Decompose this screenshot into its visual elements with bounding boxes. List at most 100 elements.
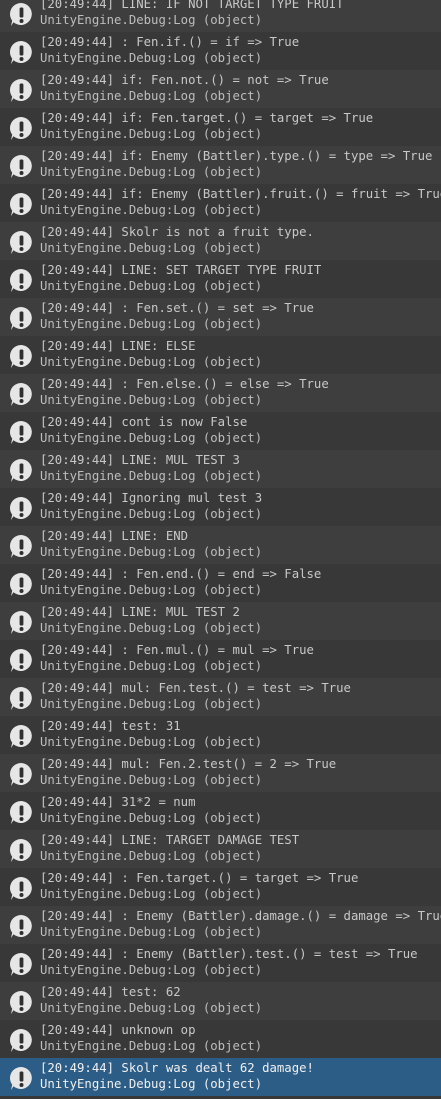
log-entry[interactable]: [20:49:44] mul: Fen.test.() = test => Tr… xyxy=(0,678,441,716)
log-message: [20:49:44] LINE: TARGET DAMAGE TEST xyxy=(40,833,300,847)
log-source: UnityEngine.Debug:Log (object) xyxy=(40,621,263,635)
log-source: UnityEngine.Debug:Log (object) xyxy=(40,355,263,369)
info-icon xyxy=(8,647,35,674)
log-source: UnityEngine.Debug:Log (object) xyxy=(40,431,263,445)
log-message: [20:49:44] : Enemy (Battler).test.() = t… xyxy=(40,947,418,961)
log-message: [20:49:44] if: Enemy (Battler).fruit.() … xyxy=(40,187,441,201)
info-icon xyxy=(8,39,35,66)
log-source: UnityEngine.Debug:Log (object) xyxy=(40,89,263,103)
log-message: [20:49:44] LINE: END xyxy=(40,529,189,543)
log-entry[interactable]: [20:49:44] unknown op UnityEngine.Debug:… xyxy=(0,1020,441,1058)
log-source: UnityEngine.Debug:Log (object) xyxy=(40,317,263,331)
log-message: [20:49:44] LINE: IF NOT TARGET TYPE FRUI… xyxy=(40,0,344,11)
log-entry[interactable]: [20:49:44] test: 31 UnityEngine.Debug:Lo… xyxy=(0,716,441,754)
log-entry[interactable]: [20:49:44] LINE: ELSE UnityEngine.Debug:… xyxy=(0,336,441,374)
info-icon xyxy=(8,913,35,940)
info-icon xyxy=(8,875,35,902)
log-source: UnityEngine.Debug:Log (object) xyxy=(40,849,263,863)
log-message: [20:49:44] : Fen.end.() = end => False xyxy=(40,567,322,581)
log-entry[interactable]: [20:49:44] : Fen.else.() = else => True … xyxy=(0,374,441,412)
info-icon xyxy=(8,153,35,180)
info-icon xyxy=(8,1027,35,1054)
log-source: UnityEngine.Debug:Log (object) xyxy=(40,811,263,825)
info-icon xyxy=(8,533,35,560)
log-entry[interactable]: [20:49:44] Ignoring mul test 3 UnityEngi… xyxy=(0,488,441,526)
log-entry[interactable]: [20:49:44] : Enemy (Battler).test.() = t… xyxy=(0,944,441,982)
log-source: UnityEngine.Debug:Log (object) xyxy=(40,1001,263,1015)
info-icon xyxy=(8,343,35,370)
info-icon xyxy=(8,1065,35,1092)
info-icon xyxy=(8,457,35,484)
log-entry[interactable]: [20:49:44] : Fen.end.() = end => False U… xyxy=(0,564,441,602)
log-message: [20:49:44] test: 62 xyxy=(40,985,181,999)
log-entry[interactable]: [20:49:44] : Fen.if.() = if => True Unit… xyxy=(0,32,441,70)
log-entry[interactable]: [20:49:44] if: Fen.target.() = target =>… xyxy=(0,108,441,146)
log-source: UnityEngine.Debug:Log (object) xyxy=(40,583,263,597)
info-icon xyxy=(8,495,35,522)
info-icon xyxy=(8,951,35,978)
log-message: [20:49:44] if: Fen.not.() = not => True xyxy=(40,73,329,87)
log-entry[interactable]: [20:49:44] mul: Fen.2.test() = 2 => True… xyxy=(0,754,441,792)
log-message: [20:49:44] : Fen.mul.() = mul => True xyxy=(40,643,314,657)
log-message: [20:49:44] LINE: SET TARGET TYPE FRUIT xyxy=(40,263,322,277)
log-entry[interactable]: [20:49:44] : Fen.set.() = set => True Un… xyxy=(0,298,441,336)
log-source: UnityEngine.Debug:Log (object) xyxy=(40,127,263,141)
log-source: UnityEngine.Debug:Log (object) xyxy=(40,469,263,483)
log-source: UnityEngine.Debug:Log (object) xyxy=(40,393,263,407)
log-source: UnityEngine.Debug:Log (object) xyxy=(40,241,263,255)
log-source: UnityEngine.Debug:Log (object) xyxy=(40,887,263,901)
log-message: [20:49:44] LINE: MUL TEST 3 xyxy=(40,453,240,467)
log-message: [20:49:44] : Fen.set.() = set => True xyxy=(40,301,314,315)
info-icon xyxy=(8,419,35,446)
log-entry[interactable]: [20:49:44] if: Enemy (Battler).fruit.() … xyxy=(0,184,441,222)
log-source: UnityEngine.Debug:Log (object) xyxy=(40,13,263,27)
info-icon xyxy=(8,115,35,142)
log-message: [20:49:44] unknown op xyxy=(40,1023,196,1037)
log-message: [20:49:44] Ignoring mul test 3 xyxy=(40,491,263,505)
log-entry[interactable]: [20:49:44] LINE: IF NOT TARGET TYPE FRUI… xyxy=(0,0,441,32)
log-entry-selected[interactable]: [20:49:44] Skolr was dealt 62 damage! Un… xyxy=(0,1058,441,1096)
log-entry[interactable]: [20:49:44] LINE: TARGET DAMAGE TEST Unit… xyxy=(0,830,441,868)
log-message: [20:49:44] cont is now False xyxy=(40,415,248,429)
console-log-list[interactable]: [20:49:44] LINE: IF NOT TARGET TYPE FRUI… xyxy=(0,0,441,1099)
log-source: UnityEngine.Debug:Log (object) xyxy=(40,51,263,65)
log-source: UnityEngine.Debug:Log (object) xyxy=(40,963,263,977)
log-entry[interactable]: [20:49:44] if: Fen.not.() = not => True … xyxy=(0,70,441,108)
log-entry[interactable]: [20:49:44] : Fen.mul.() = mul => True Un… xyxy=(0,640,441,678)
info-icon xyxy=(8,191,35,218)
info-icon xyxy=(8,571,35,598)
info-icon xyxy=(8,723,35,750)
log-message: [20:49:44] : Enemy (Battler).damage.() =… xyxy=(40,909,441,923)
log-source: UnityEngine.Debug:Log (object) xyxy=(40,203,263,217)
log-message: [20:49:44] if: Fen.target.() = target =>… xyxy=(40,111,374,125)
log-entry[interactable]: [20:49:44] 31*2 = num UnityEngine.Debug:… xyxy=(0,792,441,830)
log-entry[interactable]: [20:49:44] if: Enemy (Battler).type.() =… xyxy=(0,146,441,184)
log-entry[interactable]: [20:49:44] LINE: MUL TEST 3 UnityEngine.… xyxy=(0,450,441,488)
log-source: UnityEngine.Debug:Log (object) xyxy=(40,773,263,787)
log-entry[interactable]: [20:49:44] test: 62 UnityEngine.Debug:Lo… xyxy=(0,982,441,1020)
log-message: [20:49:44] : Fen.target.() = target => T… xyxy=(40,871,359,885)
log-source: UnityEngine.Debug:Log (object) xyxy=(40,697,263,711)
log-entry[interactable]: [20:49:44] : Enemy (Battler).damage.() =… xyxy=(0,906,441,944)
log-entry[interactable]: [20:49:44] Skolr is not a fruit type. Un… xyxy=(0,222,441,260)
log-message: [20:49:44] LINE: MUL TEST 2 xyxy=(40,605,240,619)
log-message: [20:49:44] test: 31 xyxy=(40,719,181,733)
info-icon xyxy=(8,305,35,332)
info-icon xyxy=(8,799,35,826)
log-message: [20:49:44] if: Enemy (Battler).type.() =… xyxy=(40,149,433,163)
log-entry[interactable]: [20:49:44] LINE: MUL TEST 2 UnityEngine.… xyxy=(0,602,441,640)
log-message: [20:49:44] mul: Fen.test.() = test => Tr… xyxy=(40,681,351,695)
log-source: UnityEngine.Debug:Log (object) xyxy=(40,165,263,179)
log-entry[interactable]: [20:49:44] : Fen.target.() = target => T… xyxy=(0,868,441,906)
info-icon xyxy=(8,609,35,636)
log-source: UnityEngine.Debug:Log (object) xyxy=(40,279,263,293)
log-entry[interactable]: [20:49:44] LINE: END UnityEngine.Debug:L… xyxy=(0,526,441,564)
log-source: UnityEngine.Debug:Log (object) xyxy=(40,1039,263,1053)
log-entry[interactable]: [20:49:44] cont is now False UnityEngine… xyxy=(0,412,441,450)
log-entry[interactable]: [20:49:44] LINE: SET TARGET TYPE FRUIT U… xyxy=(0,260,441,298)
log-message: [20:49:44] 31*2 = num xyxy=(40,795,196,809)
info-icon xyxy=(8,1,35,28)
log-source: UnityEngine.Debug:Log (object) xyxy=(40,507,263,521)
log-message: [20:49:44] : Fen.if.() = if => True xyxy=(40,35,300,49)
log-message: [20:49:44] Skolr was dealt 62 damage! xyxy=(40,1061,314,1075)
